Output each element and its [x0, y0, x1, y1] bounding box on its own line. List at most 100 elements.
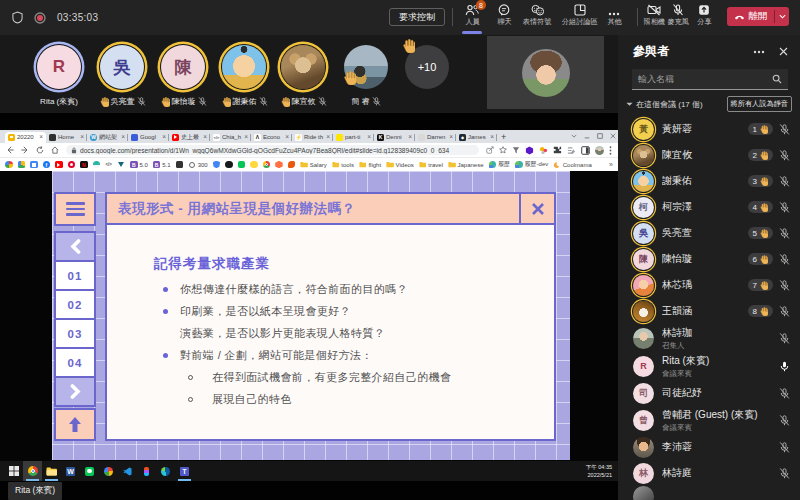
bookmark-shield[interactable] — [213, 161, 221, 169]
extension-notes-icon[interactable] — [567, 146, 576, 155]
toolbar-item-chat[interactable]: 聊天 — [490, 3, 518, 34]
slide-close-button[interactable] — [519, 192, 556, 225]
browser-tab[interactable]: 20220 × — [5, 132, 46, 144]
taskbar-explorer-icon[interactable] — [42, 461, 61, 481]
bookmark-tools[interactable]: tools — [332, 161, 354, 169]
filmstrip-tile[interactable]: 簡 睿 — [338, 45, 394, 107]
tab-close-icon[interactable]: × — [244, 134, 248, 141]
extension-funnel-icon[interactable] — [512, 146, 520, 154]
participant-row[interactable]: 林 林詩庭 — [618, 460, 800, 486]
slide-number-button-01[interactable]: 01 — [54, 260, 96, 291]
extension-dots-icon[interactable] — [539, 146, 548, 155]
bookmark-drive[interactable] — [18, 161, 26, 169]
mic-status-icon[interactable] — [779, 228, 790, 239]
mic-status-icon[interactable] — [779, 306, 790, 317]
bookmark-chrome[interactable] — [263, 161, 271, 169]
taskbar-teams-icon[interactable]: T — [175, 461, 194, 481]
browser-tab[interactable]: K Denni × — [374, 132, 415, 144]
slide-number-button-02[interactable]: 02 — [54, 289, 96, 320]
reload-icon[interactable] — [36, 146, 44, 154]
close-icon[interactable] — [779, 47, 788, 56]
bookmark-履歷[interactable]: 履歷 — [489, 160, 511, 169]
browser-tab[interactable]: W 網站架 × — [87, 132, 128, 144]
window-controls[interactable] — [571, 130, 616, 142]
bookmarks-overflow-icon[interactable]: » — [609, 161, 613, 168]
tab-close-icon[interactable]: × — [367, 134, 371, 141]
mic-status-icon[interactable] — [779, 150, 790, 161]
slide-number-button-04[interactable]: 04 — [54, 347, 96, 378]
tab-close-icon[interactable]: × — [80, 134, 84, 141]
bookmark-netflix[interactable]: N — [80, 161, 88, 169]
bookmark-b51[interactable]: B 5.1 — [153, 161, 171, 169]
forward-icon[interactable] — [21, 146, 29, 154]
tab-close-icon[interactable]: × — [449, 134, 453, 141]
toolbar-item-people[interactable]: 8 人員 — [456, 3, 488, 34]
scroll-top-button[interactable] — [54, 408, 96, 441]
bookmark-flight[interactable]: flight — [359, 161, 381, 169]
bookmark-black[interactable] — [225, 161, 233, 169]
bookmark-globe300[interactable]: 300 — [188, 161, 208, 169]
browser-tab[interactable]: </> Chia_h × — [210, 132, 251, 144]
bookmark-pinterest[interactable] — [68, 161, 76, 169]
new-tab-button[interactable]: + — [501, 132, 506, 142]
filmstrip-tile[interactable]: 陳 陳怡璇 — [155, 45, 211, 107]
bookmark-darksq[interactable] — [176, 161, 184, 169]
ellipsis-icon[interactable] — [753, 50, 765, 54]
bookmark-code[interactable]: </> — [105, 161, 113, 169]
taskbar-start-icon[interactable] — [4, 461, 23, 481]
bookmark-smiley[interactable] — [250, 161, 258, 169]
extension-hexagon-icon[interactable] — [525, 146, 534, 155]
tab-close-icon[interactable]: × — [285, 134, 289, 141]
tab-close-icon[interactable]: × — [39, 134, 43, 141]
tab-close-icon[interactable]: × — [408, 134, 412, 141]
extensions-puzzle-icon[interactable] — [553, 146, 562, 155]
participant-row[interactable]: 林芯瑀 7 — [618, 272, 800, 298]
profile-avatar[interactable] — [595, 146, 604, 155]
browser-tab[interactable]: part-ti × — [333, 132, 374, 144]
share-page-icon[interactable] — [486, 146, 494, 154]
filmstrip-tile[interactable]: 陳宜攸 — [275, 45, 331, 107]
filmstrip-tile[interactable]: R Rita (來賓) — [31, 45, 87, 107]
bookmark-Coolmama[interactable]: Coolmama — [553, 161, 592, 169]
mic-status-icon[interactable] — [779, 202, 790, 213]
toolbar-item-more[interactable]: 其他 — [600, 3, 628, 34]
bookmark-redblob[interactable] — [288, 161, 296, 169]
bookmark-star-icon[interactable] — [499, 146, 507, 154]
next-slide-button[interactable] — [54, 376, 96, 407]
extension-sidepanel-icon[interactable] — [581, 146, 590, 155]
bookmark-youtube[interactable] — [55, 161, 63, 169]
bookmark-Salary[interactable]: Salary — [300, 161, 327, 169]
tab-close-icon[interactable]: × — [490, 134, 494, 141]
browser-tab[interactable]: Googl × — [128, 132, 169, 144]
browser-tab[interactable]: ◆ James × — [456, 132, 497, 144]
mic-status-icon[interactable] — [779, 415, 790, 426]
mute-all-button[interactable]: 將所有人設為靜音 — [727, 96, 793, 112]
bookmark-b50[interactable]: B 5.0 — [130, 161, 148, 169]
bookmark-travel[interactable]: travel — [419, 161, 443, 169]
prev-slide-button[interactable] — [54, 231, 96, 262]
toolbar-item-breakout[interactable]: 分組討論區 — [556, 3, 604, 34]
taskbar-word-icon[interactable]: W — [61, 461, 80, 481]
chevron-down-icon[interactable] — [626, 102, 633, 107]
mic-status-icon[interactable] — [779, 254, 790, 265]
chevron-down-icon[interactable] — [775, 14, 789, 19]
participant-row[interactable]: 柯 柯宗澤 4 — [618, 194, 800, 220]
kebab-menu-icon[interactable] — [609, 146, 612, 155]
mic-status-icon[interactable] — [779, 124, 790, 135]
toolbar-item-reactions[interactable]: 表情符號 — [518, 3, 556, 34]
mic-status-icon[interactable] — [779, 388, 790, 399]
taskbar-edge-icon[interactable] — [156, 461, 175, 481]
hamburger-menu-button[interactable] — [54, 192, 96, 226]
taskbar-chrome-icon[interactable] — [23, 461, 42, 481]
participant-row[interactable] — [618, 486, 800, 500]
filmstrip-tile[interactable]: 謝秉佑 — [216, 45, 272, 107]
browser-tab[interactable]: 史上最 × — [169, 132, 210, 144]
participant-row[interactable]: 曾 曾輔君 (Guest) (來賓) 會議來賓 — [618, 406, 800, 434]
mic-status-icon[interactable] — [779, 280, 790, 291]
address-bar[interactable]: docs.google.com/presentation/d/1Wn_wgqQ6… — [66, 145, 479, 156]
participant-row[interactable]: 司 司徒紀妤 — [618, 380, 800, 406]
participant-row[interactable]: 王韻涵 8 — [618, 298, 800, 324]
leave-button[interactable]: 離開 — [727, 7, 789, 26]
mic-status-icon[interactable] — [779, 468, 790, 479]
taskbar-clock[interactable]: 下午 04:35 2022/5/21 — [586, 461, 612, 481]
